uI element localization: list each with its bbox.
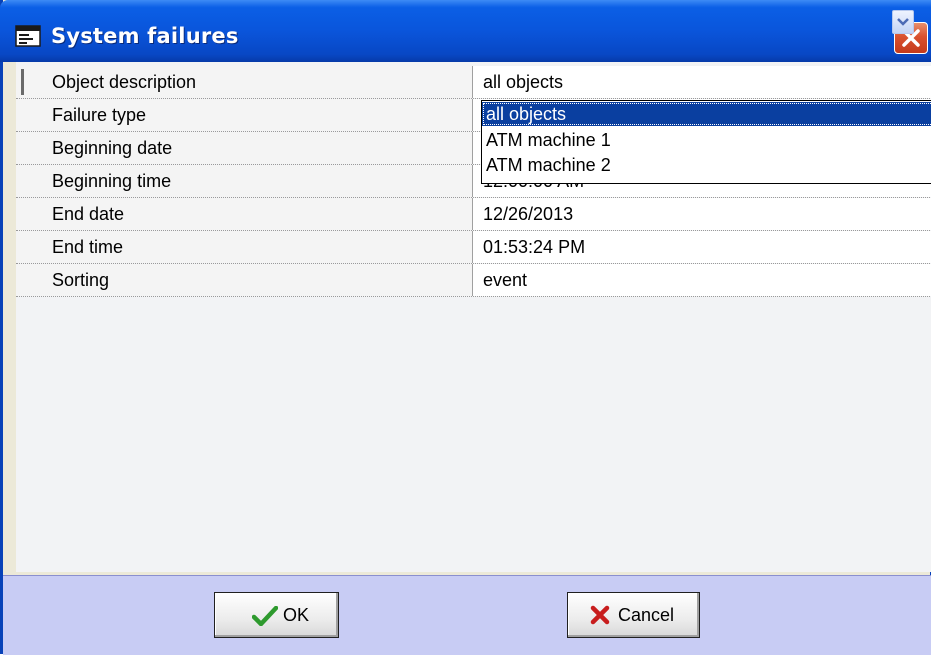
property-label-cell: End time	[16, 231, 473, 263]
property-row-object-description[interactable]: Object description all objects	[16, 66, 931, 99]
red-x-icon	[590, 605, 610, 630]
property-label: End time	[52, 237, 124, 257]
property-row-sorting[interactable]: Sorting event	[16, 264, 931, 297]
end-time-value[interactable]: 01:53:24 PM	[473, 231, 931, 263]
property-value: 01:53:24 PM	[483, 237, 586, 257]
property-label-cell: Beginning time	[16, 165, 473, 197]
object-description-combo[interactable]: all objects	[473, 66, 931, 98]
object-description-dropdown-list[interactable]: all objects ATM machine 1 ATM machine 2	[481, 100, 931, 184]
property-label: Failure type	[52, 105, 147, 125]
dropdown-option-atm-machine-2[interactable]: ATM machine 2	[482, 153, 931, 177]
property-label-cell: End date	[16, 198, 473, 230]
system-failures-dialog: System failures Object description all o…	[0, 0, 931, 655]
sorting-value[interactable]: event	[473, 264, 931, 296]
property-label: Beginning date	[52, 138, 173, 158]
property-label: Beginning time	[52, 171, 172, 191]
end-date-value[interactable]: 12/26/2013	[473, 198, 931, 230]
checkmark-icon	[251, 605, 279, 631]
dialog-button-bar: OK Cancel	[3, 575, 931, 655]
property-row-end-time[interactable]: End time 01:53:24 PM	[16, 231, 931, 264]
cancel-button[interactable]: Cancel	[567, 592, 700, 638]
property-value: all objects	[483, 72, 564, 92]
property-value: 12/26/2013	[483, 204, 574, 224]
property-label: Sorting	[52, 270, 110, 290]
current-row-marker	[21, 69, 24, 95]
window-title: System failures	[51, 24, 239, 48]
window-app-icon	[15, 25, 41, 47]
property-label-cell: Failure type	[16, 99, 473, 131]
property-label: End date	[52, 204, 125, 224]
property-value: event	[483, 270, 528, 290]
dropdown-option-all-objects[interactable]: all objects	[482, 102, 931, 126]
ok-button[interactable]: OK	[214, 592, 339, 638]
property-label-cell: Beginning date	[16, 132, 473, 164]
property-row-end-date[interactable]: End date 12/26/2013	[16, 198, 931, 231]
chevron-down-icon	[897, 18, 909, 26]
title-bar[interactable]: System failures	[0, 0, 931, 62]
dropdown-option-atm-machine-1[interactable]: ATM machine 1	[482, 128, 931, 152]
property-label-cell: Object description	[16, 66, 473, 98]
cancel-button-label: Cancel	[618, 605, 675, 625]
ok-button-label: OK	[283, 605, 310, 625]
property-label: Object description	[52, 72, 197, 92]
property-label-cell: Sorting	[16, 264, 473, 296]
combo-dropdown-button[interactable]	[892, 10, 914, 34]
